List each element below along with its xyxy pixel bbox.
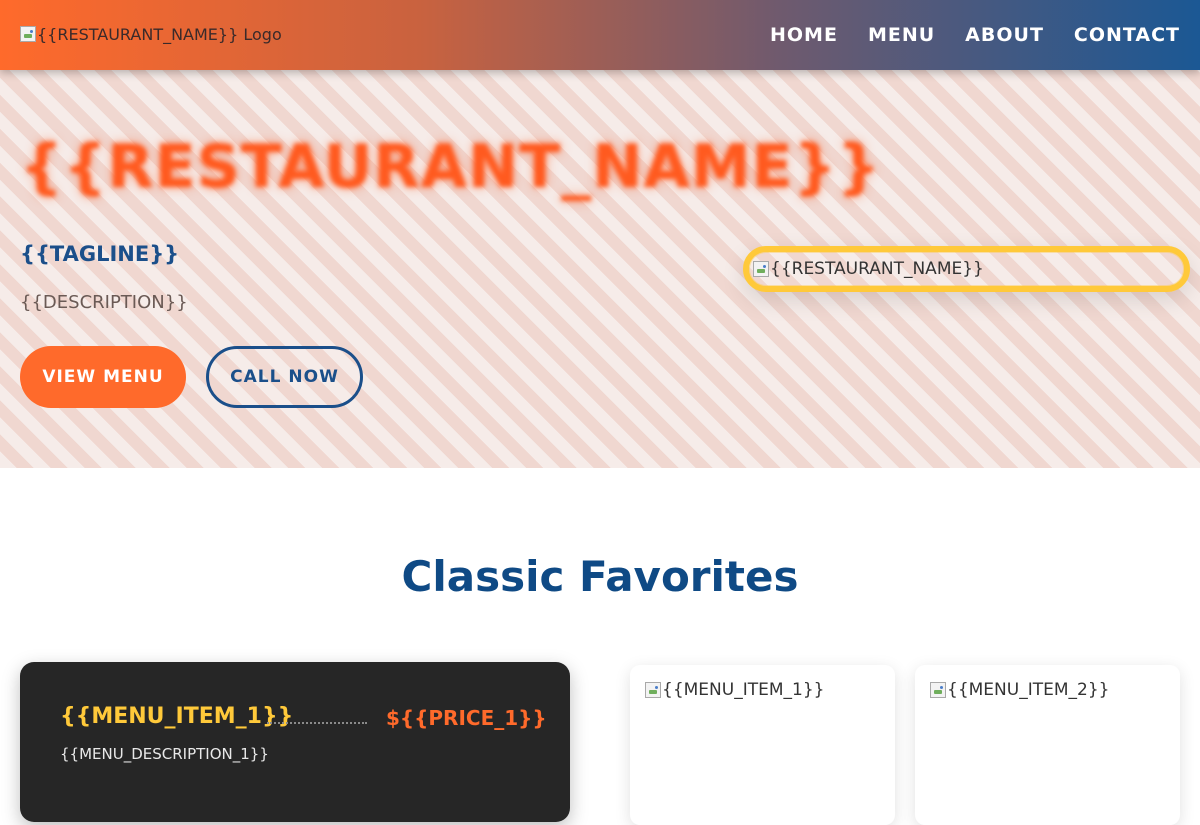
menu-item-name: {{MENU_ITEM_1}} <box>60 704 294 729</box>
logo-alt-text: {{RESTAURANT_NAME}} Logo <box>37 24 282 44</box>
nav-about-link[interactable]: ABOUT <box>965 24 1044 46</box>
nav-contact-link[interactable]: CONTACT <box>1074 24 1180 46</box>
broken-image-icon <box>645 682 661 698</box>
hero-section: {{RESTAURANT_NAME}} {{TAGLINE}} {{DESCRI… <box>0 70 1200 468</box>
broken-image-icon <box>20 26 36 42</box>
nav-menu-link[interactable]: MENU <box>868 24 935 46</box>
hero-image: {{RESTAURANT_NAME}} <box>743 246 1190 292</box>
call-now-button[interactable]: CALL NOW <box>206 346 363 408</box>
logo[interactable]: {{RESTAURANT_NAME}} Logo <box>20 22 282 46</box>
menu-card-image-alt: {{MENU_ITEM_2}} <box>947 680 1110 700</box>
section-title: Classic Favorites <box>401 552 799 601</box>
hero-image-alt-text: {{RESTAURANT_NAME}} <box>770 259 984 279</box>
menu-card-image: {{MENU_ITEM_1}} <box>645 680 824 700</box>
main-nav: HOME MENU ABOUT CONTACT <box>770 0 1180 70</box>
broken-image-icon <box>753 261 769 277</box>
menu-item-price: ${{PRICE_1}} <box>386 706 547 730</box>
hero-title: {{RESTAURANT_NAME}} <box>20 132 881 202</box>
menu-card-image: {{MENU_ITEM_2}} <box>930 680 1109 700</box>
view-menu-button[interactable]: VIEW MENU <box>20 346 186 408</box>
hero-description: {{DESCRIPTION}} <box>20 292 188 313</box>
broken-image-icon <box>930 682 946 698</box>
site-header: {{RESTAURANT_NAME}} Logo HOME MENU ABOUT… <box>0 0 1200 70</box>
featured-menu-card[interactable]: {{MENU_ITEM_1}} ${{PRICE_1}} {{MENU_DESC… <box>20 662 570 822</box>
menu-card-1[interactable]: {{MENU_ITEM_1}} <box>630 665 895 825</box>
hero-tagline: {{TAGLINE}} <box>20 242 180 266</box>
menu-item-description: {{MENU_DESCRIPTION_1}} <box>60 745 269 763</box>
menu-card-image-alt: {{MENU_ITEM_1}} <box>662 680 825 700</box>
nav-home-link[interactable]: HOME <box>770 24 838 46</box>
dotted-leader <box>267 722 367 724</box>
menu-card-2[interactable]: {{MENU_ITEM_2}} <box>915 665 1180 825</box>
